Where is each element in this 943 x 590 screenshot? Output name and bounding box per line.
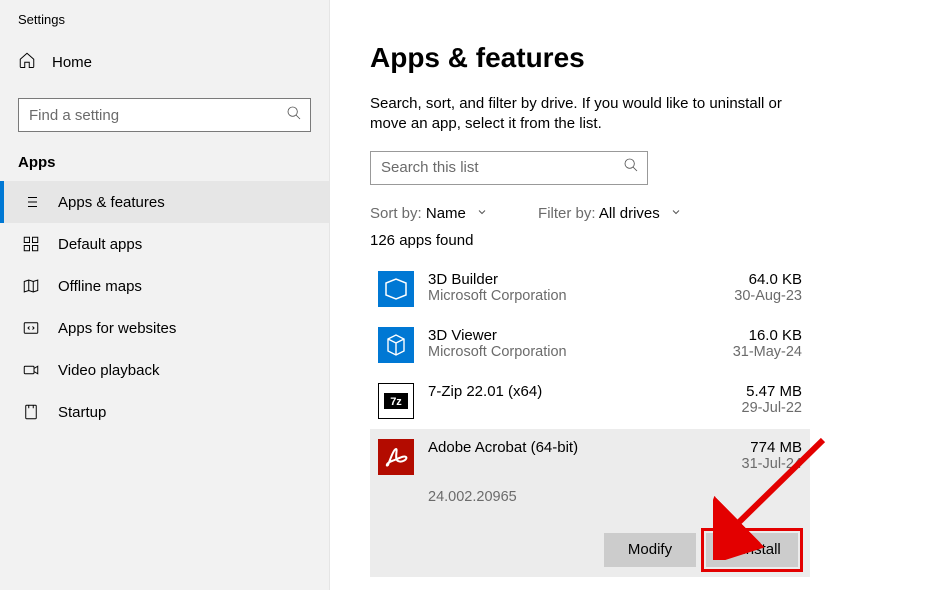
svg-text:7z: 7z <box>390 396 402 408</box>
apps-count: 126 apps found <box>370 232 903 249</box>
app-version: 24.002.20965 <box>428 489 517 505</box>
map-icon <box>22 277 40 295</box>
sidebar-search[interactable] <box>18 98 311 132</box>
window-title: Settings <box>0 12 329 41</box>
home-icon <box>18 51 36 74</box>
sidebar-item-label: Apps & features <box>58 194 165 211</box>
app-size: 64.0 KB <box>734 271 802 288</box>
search-icon <box>286 105 302 126</box>
sidebar-item-offline-maps[interactable]: Offline maps <box>0 265 329 307</box>
app-publisher: Microsoft Corporation <box>428 344 733 360</box>
app-size: 774 MB <box>742 439 802 456</box>
app-size: 16.0 KB <box>733 327 802 344</box>
uninstall-button[interactable]: Uninstall <box>706 533 798 567</box>
sidebar-heading: Apps <box>0 132 329 181</box>
app-date: 29-Jul-22 <box>742 400 802 416</box>
app-name: 3D Viewer <box>428 327 733 344</box>
app-icon-3d-viewer <box>378 327 414 363</box>
video-icon <box>22 361 40 379</box>
sidebar: Settings Home Apps Apps & features Defau… <box>0 0 330 590</box>
sidebar-item-default-apps[interactable]: Default apps <box>0 223 329 265</box>
sidebar-item-label: Apps for websites <box>58 320 176 337</box>
app-row-selected[interactable]: Adobe Acrobat (64-bit) 774 MB 31-Jul-24 … <box>370 429 810 577</box>
modify-button[interactable]: Modify <box>604 533 696 567</box>
list-icon <box>22 193 40 211</box>
filter-label: Filter by: <box>538 205 596 222</box>
sidebar-item-video-playback[interactable]: Video playback <box>0 349 329 391</box>
sort-value: Name <box>426 205 466 222</box>
sort-control[interactable]: Sort by: Name <box>370 205 488 222</box>
app-row[interactable]: 7z 7-Zip 22.01 (x64) 5.47 MB 29-Jul-22 <box>370 373 810 429</box>
sidebar-item-label: Offline maps <box>58 278 142 295</box>
sidebar-item-label: Default apps <box>58 236 142 253</box>
app-name: Adobe Acrobat (64-bit) <box>428 439 742 456</box>
app-date: 31-Jul-24 <box>742 456 802 472</box>
sidebar-search-input[interactable] <box>29 107 286 124</box>
web-apps-icon <box>22 319 40 337</box>
home-link[interactable]: Home <box>0 41 329 84</box>
app-date: 31-May-24 <box>733 344 802 360</box>
app-icon-3d-builder <box>378 271 414 307</box>
sidebar-item-startup[interactable]: Startup <box>0 391 329 433</box>
sidebar-nav: Apps & features Default apps Offline map… <box>0 181 329 433</box>
page-title: Apps & features <box>370 42 903 74</box>
app-icon-acrobat <box>378 439 414 475</box>
app-date: 30-Aug-23 <box>734 288 802 304</box>
sidebar-item-apps-for-websites[interactable]: Apps for websites <box>0 307 329 349</box>
app-size: 5.47 MB <box>742 383 802 400</box>
app-icon-7zip: 7z <box>378 383 414 419</box>
list-search[interactable] <box>370 151 648 185</box>
chevron-down-icon <box>476 205 488 222</box>
app-name: 7-Zip 22.01 (x64) <box>428 383 742 400</box>
apps-list: 3D Builder Microsoft Corporation 64.0 KB… <box>370 261 903 577</box>
sort-label: Sort by: <box>370 205 422 222</box>
chevron-down-icon <box>670 205 682 222</box>
home-label: Home <box>52 54 92 71</box>
page-description: Search, sort, and filter by drive. If yo… <box>370 94 810 135</box>
sidebar-item-label: Video playback <box>58 362 159 379</box>
app-row[interactable]: 3D Viewer Microsoft Corporation 16.0 KB … <box>370 317 810 373</box>
filter-control[interactable]: Filter by: All drives <box>538 205 682 222</box>
main-content: Apps & features Search, sort, and filter… <box>330 0 943 590</box>
app-publisher: Microsoft Corporation <box>428 288 734 304</box>
sidebar-item-apps-features[interactable]: Apps & features <box>0 181 329 223</box>
sidebar-item-label: Startup <box>58 404 106 421</box>
filter-value: All drives <box>599 205 660 222</box>
search-icon <box>623 157 639 178</box>
defaults-icon <box>22 235 40 253</box>
app-name: 3D Builder <box>428 271 734 288</box>
list-search-input[interactable] <box>381 159 623 176</box>
startup-icon <box>22 403 40 421</box>
app-row[interactable]: 3D Builder Microsoft Corporation 64.0 KB… <box>370 261 810 317</box>
